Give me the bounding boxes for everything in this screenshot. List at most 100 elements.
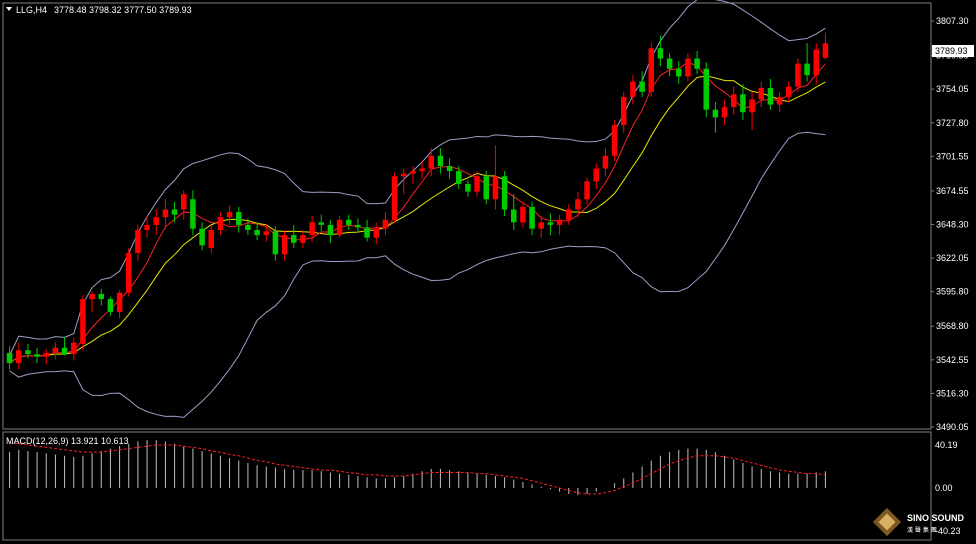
symbol-label: LLG,H4: [16, 5, 47, 15]
candle-body: [336, 219, 343, 236]
candle-body: [676, 68, 682, 77]
candle-body: [804, 63, 810, 76]
candle-body: [391, 176, 398, 220]
candle-body: [300, 235, 306, 243]
price-tick-label: 3674.55: [936, 186, 969, 196]
candle-body: [272, 231, 279, 255]
candle-body: [34, 354, 40, 357]
candle-body: [657, 48, 664, 59]
macd-tick-label: 0.00: [935, 483, 953, 493]
candle-body: [456, 171, 462, 184]
candle-body: [465, 183, 471, 192]
macd-label: MACD(12,26,9) 13.921 10.613: [6, 436, 129, 446]
candle-body: [712, 109, 719, 118]
price-tick-label: 3622.05: [936, 253, 969, 263]
candle-body: [630, 81, 636, 97]
price-tick-label: 3807.30: [936, 16, 969, 26]
price-tick-label: 3542.55: [936, 355, 969, 365]
candle-body: [795, 63, 801, 87]
candle-body: [382, 219, 389, 229]
macd-tick-label: 40.19: [935, 440, 958, 450]
candle-body: [529, 206, 535, 229]
candle-body: [135, 229, 141, 254]
candle-body: [25, 350, 31, 355]
macd-panel-frame: [2, 431, 932, 541]
candle-body: [144, 224, 150, 230]
candle-body: [89, 293, 95, 300]
candle-body: [410, 171, 416, 174]
candle-body: [694, 58, 700, 69]
candle-body: [71, 342, 77, 355]
candle-body: [364, 227, 370, 238]
candle-body: [511, 209, 517, 223]
candle-body: [126, 253, 132, 293]
price-axis: 3807.303780.303754.053727.803701.553674.…: [931, 16, 969, 432]
price-tick-label: 3595.80: [936, 287, 969, 297]
price-tick-label: 3648.30: [936, 219, 969, 229]
candle-body: [822, 43, 829, 58]
candle-body: [621, 96, 627, 126]
candle-body: [16, 350, 22, 364]
chart-svg: 3807.303780.303754.053727.803701.553674.…: [2, 0, 974, 541]
candle-body: [6, 352, 13, 364]
candle-body: [43, 352, 49, 357]
candle-body: [520, 206, 526, 223]
candle-body: [666, 58, 673, 69]
candle-body: [685, 58, 691, 77]
price-tick-label: 3754.05: [936, 84, 969, 94]
candle-body: [309, 222, 315, 236]
price-tick-label: 3568.80: [936, 321, 969, 331]
candle-body: [446, 166, 453, 172]
candle-body: [703, 68, 709, 110]
candle-body: [346, 219, 352, 225]
current-price-text: 3789.93: [935, 46, 968, 56]
candle-body: [153, 217, 159, 225]
candle-body: [419, 168, 425, 172]
candle-body: [776, 96, 783, 105]
price-tick-label: 3490.05: [936, 422, 969, 432]
candle-body: [602, 155, 609, 169]
candle-body: [474, 176, 480, 192]
candle-body: [648, 48, 654, 92]
candle-body: [740, 94, 746, 113]
candle-body: [758, 87, 764, 100]
candle-body: [226, 212, 233, 218]
candle-body: [162, 209, 169, 218]
candle-body: [355, 224, 361, 228]
logo-subtitle: 漢 聲 集 團: [907, 526, 937, 534]
candle-body: [575, 199, 581, 210]
candle-body: [171, 209, 178, 215]
candle-body: [181, 194, 187, 210]
candle-body: [217, 217, 224, 230]
candle-body: [401, 173, 407, 177]
candle-body: [767, 87, 774, 105]
candle-body: [254, 229, 260, 236]
candle-body: [107, 299, 114, 312]
candle-body: [547, 222, 554, 225]
candle-body: [566, 209, 572, 220]
candle-body: [291, 235, 297, 243]
candle-body: [556, 219, 563, 225]
candle-body: [199, 228, 205, 246]
price-tick-label: 3727.80: [936, 118, 969, 128]
candle-body: [98, 293, 104, 300]
candle-body: [190, 199, 196, 229]
candle-body: [731, 94, 737, 108]
candle-body: [61, 347, 68, 355]
candle-body: [639, 81, 645, 92]
candle-body: [721, 107, 728, 118]
candle-body: [116, 292, 123, 312]
candle-body: [786, 86, 792, 97]
candle-body: [245, 224, 251, 230]
candle-body: [428, 155, 434, 169]
candle-body: [437, 155, 444, 167]
candle-body: [538, 222, 544, 229]
macd-tick-label: -40.23: [935, 526, 961, 536]
candle-body: [208, 229, 214, 248]
logo-name: SINO SOUND: [907, 513, 965, 523]
candle-body: [492, 176, 499, 200]
candle-body: [281, 235, 288, 255]
candle-body: [749, 99, 755, 113]
candle-body: [483, 176, 489, 200]
ohlc-values: 3778.48 3798.32 3777.50 3789.93: [54, 5, 192, 15]
